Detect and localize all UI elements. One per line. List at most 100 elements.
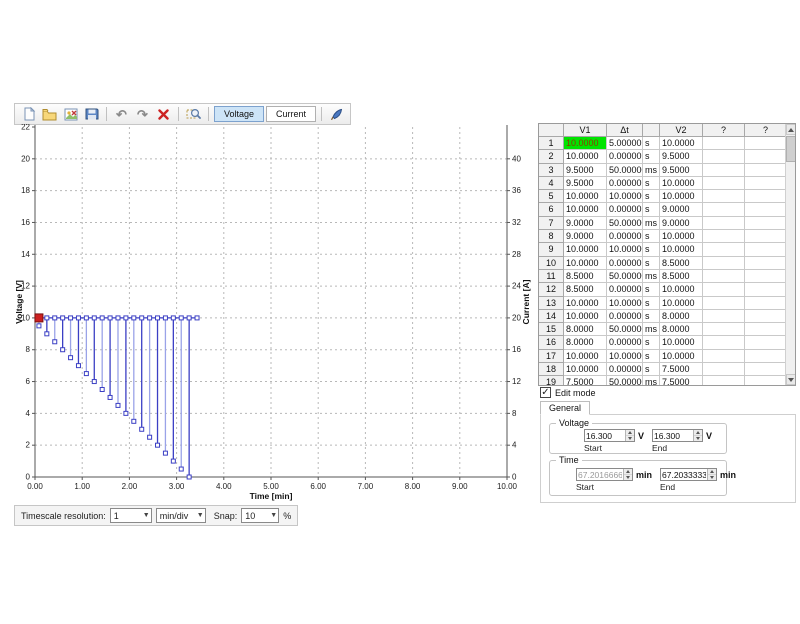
cell-unit[interactable]: s <box>643 297 660 310</box>
cell-unit[interactable]: s <box>643 150 660 163</box>
data-point-marker[interactable] <box>148 435 152 439</box>
cell-v1[interactable]: 8.0000 <box>564 323 607 336</box>
cell-dt[interactable]: 50.00000 <box>607 323 643 336</box>
cell-v1[interactable]: 10.0000 <box>564 243 607 256</box>
data-point-marker[interactable] <box>124 316 128 320</box>
cell-v1[interactable]: 10.0000 <box>564 297 607 310</box>
row-number[interactable]: 15 <box>539 323 564 336</box>
cell-unit[interactable]: s <box>643 137 660 150</box>
cell-unknown-1[interactable] <box>703 336 745 349</box>
spin-buttons[interactable] <box>707 469 716 480</box>
data-point-marker[interactable] <box>76 364 80 368</box>
cell-dt[interactable]: 0.00000 <box>607 230 643 243</box>
row-number[interactable]: 6 <box>539 203 564 216</box>
data-point-marker[interactable] <box>116 316 120 320</box>
cell-v2[interactable]: 9.5000 <box>660 164 703 177</box>
spin-buttons[interactable] <box>623 469 632 480</box>
data-point-marker[interactable] <box>140 316 144 320</box>
voltage-tab-button[interactable]: Voltage <box>214 106 264 122</box>
cell-v1[interactable]: 10.0000 <box>564 137 607 150</box>
column-header-blank[interactable] <box>643 124 660 137</box>
column-header-V1[interactable]: V1 <box>564 124 607 137</box>
data-point-marker[interactable] <box>195 316 199 320</box>
cell-v1[interactable]: 8.5000 <box>564 283 607 296</box>
cell-dt[interactable]: 0.00000 <box>607 310 643 323</box>
cell-v1[interactable]: 9.0000 <box>564 230 607 243</box>
chart-canvas[interactable]: 024681012141618202204812162024283236400.… <box>14 124 536 506</box>
cell-unknown-2[interactable] <box>745 137 787 150</box>
data-point-marker[interactable] <box>53 316 57 320</box>
cell-unit[interactable]: ms <box>643 323 660 336</box>
cell-v2[interactable]: 9.0000 <box>660 217 703 230</box>
data-point-marker[interactable] <box>45 332 49 336</box>
cell-v1[interactable]: 10.0000 <box>564 203 607 216</box>
cell-unknown-2[interactable] <box>745 350 787 363</box>
data-point-marker[interactable] <box>132 419 136 423</box>
cell-v2[interactable]: 8.0000 <box>660 310 703 323</box>
cell-unit[interactable]: ms <box>643 217 660 230</box>
data-point-marker[interactable] <box>53 340 57 344</box>
data-point-marker[interactable] <box>116 403 120 407</box>
cell-unit[interactable]: s <box>643 350 660 363</box>
voltage-start-spinner[interactable] <box>584 429 635 442</box>
cell-dt[interactable]: 50.00000 <box>607 270 643 283</box>
row-number[interactable]: 5 <box>539 190 564 203</box>
cell-v2[interactable]: 7.5000 <box>660 363 703 376</box>
cell-v1[interactable]: 9.5000 <box>564 177 607 190</box>
row-number[interactable]: 18 <box>539 363 564 376</box>
cell-unit[interactable]: s <box>643 283 660 296</box>
cell-v2[interactable]: 10.0000 <box>660 350 703 363</box>
cell-unknown-1[interactable] <box>703 150 745 163</box>
cell-v2[interactable]: 8.5000 <box>660 257 703 270</box>
scroll-up-button[interactable] <box>786 124 796 135</box>
cell-unknown-2[interactable] <box>745 257 787 270</box>
cell-v1[interactable]: 9.5000 <box>564 164 607 177</box>
cell-v2[interactable]: 10.0000 <box>660 297 703 310</box>
row-number[interactable]: 3 <box>539 164 564 177</box>
current-tab-button[interactable]: Current <box>266 106 316 122</box>
cell-dt[interactable]: 50.00000 <box>607 164 643 177</box>
column-header-V2[interactable]: V2 <box>660 124 703 137</box>
timescale-resolution-select[interactable]: 1▼ <box>110 508 152 523</box>
data-point-marker[interactable] <box>92 316 96 320</box>
cell-dt[interactable]: 50.00000 <box>607 217 643 230</box>
new-document-icon[interactable] <box>19 106 38 123</box>
cell-v1[interactable]: 9.0000 <box>564 217 607 230</box>
cell-unit[interactable]: s <box>643 203 660 216</box>
undo-icon[interactable]: ↶ <box>112 106 131 123</box>
cell-unknown-1[interactable] <box>703 217 745 230</box>
cell-unit[interactable]: s <box>643 310 660 323</box>
data-point-marker[interactable] <box>69 316 73 320</box>
cell-unknown-1[interactable] <box>703 376 745 386</box>
cell-dt[interactable]: 0.00000 <box>607 150 643 163</box>
cell-v1[interactable]: 10.0000 <box>564 363 607 376</box>
cell-v2[interactable]: 10.0000 <box>660 177 703 190</box>
row-number[interactable]: 10 <box>539 257 564 270</box>
cell-v2[interactable]: 10.0000 <box>660 283 703 296</box>
cell-v1[interactable]: 7.5000 <box>564 376 607 386</box>
cell-unknown-2[interactable] <box>745 150 787 163</box>
data-point-marker[interactable] <box>156 443 160 447</box>
cell-unknown-2[interactable] <box>745 243 787 256</box>
save-icon[interactable] <box>82 106 101 123</box>
data-point-marker[interactable] <box>108 316 112 320</box>
cell-unit[interactable]: s <box>643 177 660 190</box>
cell-unit[interactable]: s <box>643 336 660 349</box>
cell-unknown-2[interactable] <box>745 336 787 349</box>
cell-unknown-1[interactable] <box>703 363 745 376</box>
cell-unknown-1[interactable] <box>703 310 745 323</box>
cell-unknown-2[interactable] <box>745 310 787 323</box>
cell-dt[interactable]: 0.00000 <box>607 177 643 190</box>
row-number[interactable]: 12 <box>539 283 564 296</box>
cell-dt[interactable]: 50.00000 <box>607 376 643 386</box>
data-point-marker[interactable] <box>100 388 104 392</box>
redo-icon[interactable]: ↷ <box>133 106 152 123</box>
cell-unit[interactable]: s <box>643 230 660 243</box>
column-header-Δt[interactable]: Δt <box>607 124 643 137</box>
cell-unit[interactable]: s <box>643 190 660 203</box>
voltage-end-spinner[interactable] <box>652 429 703 442</box>
cell-dt[interactable]: 0.00000 <box>607 203 643 216</box>
time-end-spinner[interactable] <box>660 468 717 481</box>
cell-unknown-2[interactable] <box>745 190 787 203</box>
cell-unit[interactable]: s <box>643 363 660 376</box>
